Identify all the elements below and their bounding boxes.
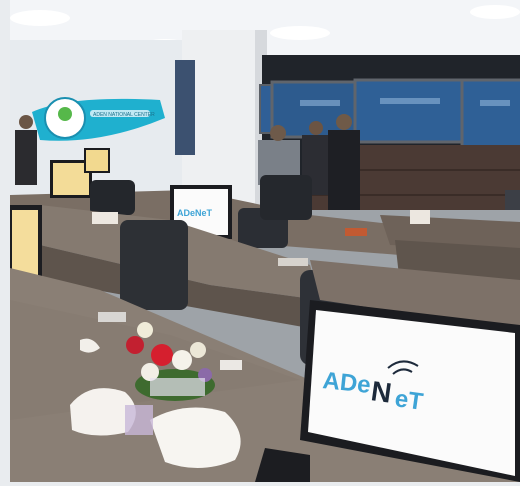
wall-banner-text: ADEN NATIONAL CENTER — [93, 112, 155, 118]
video-screen — [353, 78, 469, 144]
monitor-logo-part1: ADe — [321, 367, 372, 399]
photo-frame: ADEN NATIONAL CENTER ADeNeT ADe N eT — [0, 0, 520, 486]
video-screen — [460, 78, 520, 150]
ceiling-light — [10, 10, 70, 26]
person — [328, 130, 360, 220]
office-chair — [120, 220, 188, 310]
office-scene-drawing: ADEN NATIONAL CENTER ADeNeT ADe N eT — [10, 0, 520, 482]
tissue-box — [92, 212, 118, 224]
video-wall — [259, 78, 520, 150]
office-chair — [90, 180, 135, 215]
nameplate — [220, 360, 242, 370]
monitor-logo-part2: N — [369, 375, 393, 409]
ceiling-light — [470, 5, 520, 19]
tissue-box — [410, 210, 430, 224]
monitor-logo-part3: eT — [393, 385, 425, 416]
office-photo: ADEN NATIONAL CENTER ADeNeT ADe N eT — [10, 0, 520, 482]
person — [15, 130, 37, 185]
ceiling-light — [270, 26, 330, 40]
office-chair — [260, 175, 312, 220]
tissue-box — [345, 228, 367, 236]
keyboard — [278, 258, 308, 266]
nameplate — [98, 312, 126, 322]
side-poster — [175, 60, 195, 155]
monitor-logo-small: ADeNeT — [177, 208, 213, 218]
monitor-back-2 — [84, 148, 110, 173]
